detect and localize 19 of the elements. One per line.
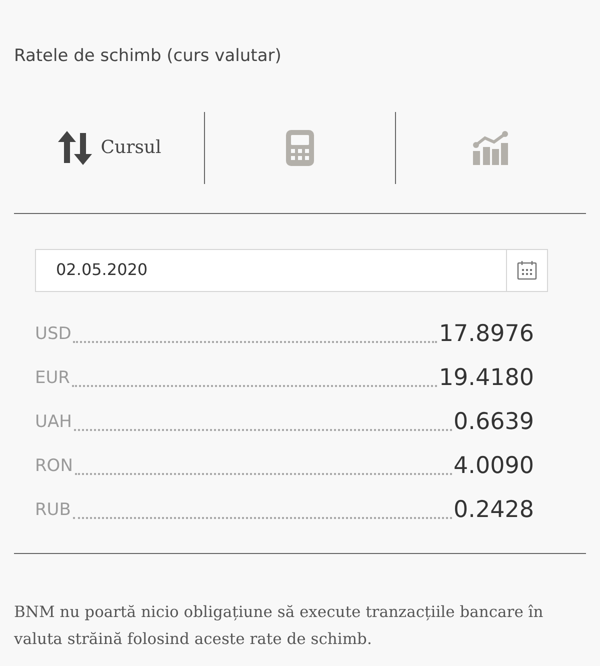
currency-code: RON (35, 455, 73, 478)
date-field[interactable]: 02.05.2020 (35, 248, 506, 292)
widget-title: Ratele de schimb (curs valutar) (14, 45, 282, 68)
currency-code: UAH (35, 411, 72, 434)
arrows-icon (56, 130, 93, 164)
rate-value: 19.4180 (438, 366, 534, 392)
rate-value: 0.2428 (454, 498, 534, 524)
rate-value: 4.0090 (454, 454, 534, 480)
rate-value: 17.8976 (438, 322, 534, 348)
calculator-icon (286, 130, 314, 166)
rate-value: 0.6639 (454, 410, 534, 436)
calendar-icon (517, 260, 537, 280)
currency-code: EUR (35, 367, 70, 390)
chart-icon (473, 130, 509, 164)
calendar-button[interactable] (506, 248, 548, 292)
currency-code: USD (35, 323, 72, 346)
tab[interactable]: Cursul (48, 126, 170, 168)
currency-code: RUB (35, 499, 71, 522)
disclaimer-text: BNM nu poartă nicio obligațiune să execute tranzacțiile bancare în valuta străină folosind aceste rate de schimb. (14, 602, 544, 650)
